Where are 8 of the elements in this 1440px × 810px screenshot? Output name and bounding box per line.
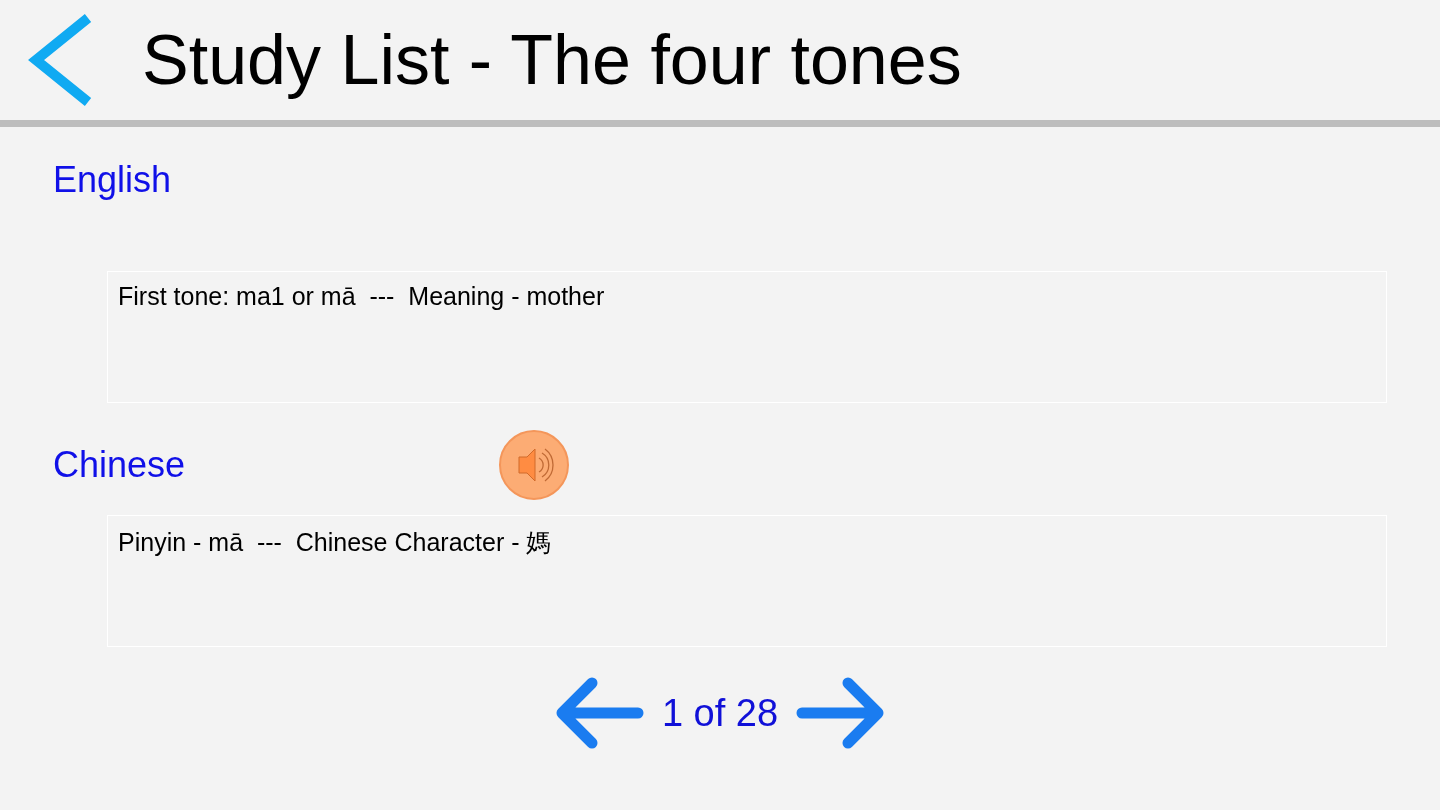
- section-label: Chinese: [53, 444, 186, 486]
- page-title: Study List - The four tones: [142, 20, 962, 100]
- card-text: Pinyin - mā --- Chinese Character - 媽: [118, 527, 553, 558]
- back-button[interactable]: [28, 14, 92, 106]
- page-counter: 1 of 28: [661, 691, 779, 735]
- section-label: English: [53, 159, 172, 201]
- card-text: First tone: ma1 or mā --- Meaning - mother: [118, 282, 606, 311]
- chevron-left-icon: [28, 14, 92, 106]
